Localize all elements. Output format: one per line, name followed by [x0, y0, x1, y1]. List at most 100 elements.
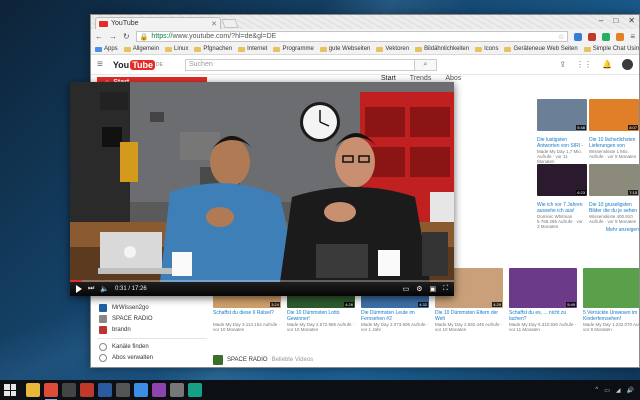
taskbar-app-7-icon[interactable] [134, 383, 148, 397]
video-title[interactable]: 5 Verrückte Unwesen im Kinderfernsehen! [583, 310, 639, 322]
bookmark-item[interactable]: Internet [238, 46, 267, 52]
opera-icon[interactable] [588, 32, 597, 41]
apps-icon[interactable]: ⋮⋮ [576, 60, 592, 69]
tab-close-icon[interactable]: ✕ [211, 20, 217, 28]
address-bar[interactable]: 🔒 https://www.youtube.com/?hl=de&gl=DE ☆ [135, 31, 569, 42]
video-card[interactable]: 5:48 Die lustigsten Antworten von SIRI - … [537, 99, 587, 164]
tray-icon[interactable]: ^ [595, 387, 598, 393]
extension-icon[interactable] [574, 32, 583, 41]
forward-icon[interactable]: → [109, 32, 117, 41]
sidebar-item-find-channels[interactable]: Kanäle finden [97, 342, 207, 352]
extension-icon[interactable] [616, 32, 625, 41]
taskbar-app-4-icon[interactable] [80, 383, 94, 397]
bookmark-item[interactable]: Pfgnachen [194, 46, 232, 52]
settings-icon[interactable]: ⚙ [416, 285, 422, 293]
bookmark-item[interactable]: Geräteneue Web Seiten [504, 46, 578, 52]
video-thumbnail[interactable]: 6:23 [537, 164, 587, 196]
reload-icon[interactable]: ↻ [123, 32, 130, 41]
video-title[interactable]: Die 10 Dümmsten Eltern der Welt [435, 310, 503, 322]
tray-icon[interactable]: ▭ [604, 387, 610, 394]
taskbar-app-5-icon[interactable] [98, 383, 112, 397]
time-display: 0:31 / 17:26 [115, 286, 147, 292]
search-input[interactable]: Suchen [184, 58, 415, 71]
sidebar-item-subscription[interactable]: SPACE RADIO [97, 314, 207, 324]
video-card[interactable]: Schaffst du es, ... nicht zu lachen? Made… [509, 310, 577, 332]
subtitles-icon[interactable]: ▭ [403, 285, 410, 293]
youtube-logo[interactable]: You Tube DE [113, 59, 163, 70]
taskbar-app-10-icon[interactable] [188, 383, 202, 397]
video-title[interactable]: Die 10 Dümmsten Lotto Gewinner! [287, 310, 355, 322]
taskbar-chrome-icon[interactable] [44, 383, 58, 400]
bookmark-item[interactable]: gute Webseiten [319, 46, 370, 52]
maximize-button[interactable]: □ [613, 16, 618, 25]
taskbar-app-8-icon[interactable] [152, 383, 166, 397]
play-icon[interactable] [76, 285, 82, 293]
video-thumbnail[interactable]: 5:46 [583, 268, 639, 308]
taskbar-app-3-icon[interactable] [62, 383, 76, 397]
video-thumbnail[interactable]: 5:49 [509, 268, 577, 308]
notifications-icon[interactable]: 🔔 [602, 60, 612, 69]
taskbar-app-9-icon[interactable] [170, 383, 184, 397]
new-tab-button[interactable] [221, 19, 239, 28]
volume-icon[interactable]: 🔈 [100, 285, 109, 293]
video-card[interactable]: Die 10 Dümmsten Eltern der Welt Made My D… [435, 310, 503, 332]
video-duration: 6:23 [576, 190, 586, 195]
sidebar-item-subscription[interactable]: brandn [97, 325, 207, 335]
extension-icon[interactable] [602, 32, 611, 41]
video-title[interactable]: Schaffst du es, ... nicht zu lachen? [509, 310, 577, 322]
bookmark-star-icon[interactable]: ☆ [558, 33, 564, 41]
tray-icon[interactable]: 🔊 [627, 387, 634, 394]
bookmark-item[interactable]: Vektoren [376, 46, 409, 52]
bookmark-item[interactable]: Programme [273, 46, 314, 52]
next-icon[interactable]: ⏭ [88, 285, 94, 293]
video-card[interactable]: Schaffst du diese 6 Rätsel? Made My Day 3… [213, 310, 281, 332]
menu-icon[interactable]: ≡ [630, 32, 635, 41]
video-title[interactable]: Die lustigsten Antworten von SIRI - Was … [537, 137, 586, 149]
video-card[interactable]: 5 Verrückte Unwesen im Kinderfernsehen! M… [583, 310, 640, 332]
video-meta: Made My Day 1.232.070 Aufrufe · vor 8 Mo… [583, 322, 640, 332]
bookmark-item[interactable]: Apps [95, 46, 118, 52]
bookmark-item[interactable]: Linux [165, 46, 188, 52]
video-card[interactable]: 6:23 Wie ich vor 7 Jahren aussehe ich aus… [537, 164, 587, 229]
folder-icon [194, 46, 202, 52]
miniplayer-icon[interactable]: ▣ [429, 285, 436, 293]
upload-icon[interactable]: ⇪ [559, 60, 566, 69]
video-title[interactable]: Die 10 gruseligsten Bilder die du je seh… [589, 202, 638, 214]
fullscreen-icon[interactable]: ⛶ [443, 285, 448, 293]
sidebar-item-label: MrWissen2go [112, 305, 149, 311]
search-button[interactable]: ⌕ [414, 58, 437, 71]
sidebar-item-label: brandn [112, 327, 131, 333]
bookmark-item[interactable]: Bildähnlichkeiten [415, 46, 469, 52]
bookmark-item[interactable]: Icons [475, 46, 498, 52]
minimize-button[interactable]: – [599, 16, 603, 25]
tab-youtube[interactable]: YouTube ✕ [95, 17, 221, 29]
sidebar-item-manage-subs[interactable]: Abos verwalten [97, 353, 207, 363]
video-title[interactable]: Die Dümmsten Leute im Fernsehen #2 [361, 310, 429, 322]
video-thumbnail[interactable]: 5:48 [537, 99, 587, 131]
sidebar-item-subscription[interactable]: MrWissen2go [97, 303, 207, 313]
folder-icon [123, 46, 131, 52]
video-thumbnail[interactable]: 8:07 [589, 99, 639, 131]
section-channel[interactable]: SPACE RADIO [227, 357, 268, 363]
video-card[interactable]: Die Dümmsten Leute im Fernsehen #2 Made M… [361, 310, 429, 332]
video-card[interactable]: 7:15 Die 10 gruseligsten Bilder die du je… [589, 164, 639, 229]
bookmark-item[interactable]: Allgemein [123, 46, 159, 52]
bookmark-label: Pfgnachen [203, 46, 233, 52]
video-card[interactable]: 8:07 Die 10 lächerlichsten Lieferungen vo… [589, 99, 639, 164]
video-thumbnail[interactable]: 7:15 [589, 164, 639, 196]
mini-player[interactable]: ⏭ 🔈 0:31 / 17:26 ▭ ⚙ ▣ ⛶ [70, 82, 454, 296]
tray-icon[interactable]: ◢ [616, 387, 621, 394]
video-title[interactable]: Wie ich vor 7 Jahren aussehe ich aus! Me… [537, 202, 586, 214]
video-title[interactable]: Schaffst du diese 6 Rätsel? [213, 310, 281, 322]
avatar[interactable] [622, 59, 633, 70]
taskbar-file-explorer-icon[interactable] [26, 383, 40, 397]
taskbar-app-6-icon[interactable] [116, 383, 130, 397]
bookmark-item[interactable]: Simple Chat Using th [583, 46, 639, 52]
back-icon[interactable]: ← [95, 32, 103, 41]
video-title[interactable]: Die 10 lächerlichsten Lieferungen von Mi… [589, 137, 638, 149]
guide-menu-icon[interactable]: ≡ [97, 59, 103, 70]
video-card[interactable]: Die 10 Dümmsten Lotto Gewinner! Made My D… [287, 310, 355, 332]
close-window-button[interactable]: ✕ [628, 16, 635, 25]
bookmark-label: Bildähnlichkeiten [424, 46, 470, 52]
windows-start-icon[interactable] [4, 384, 16, 396]
